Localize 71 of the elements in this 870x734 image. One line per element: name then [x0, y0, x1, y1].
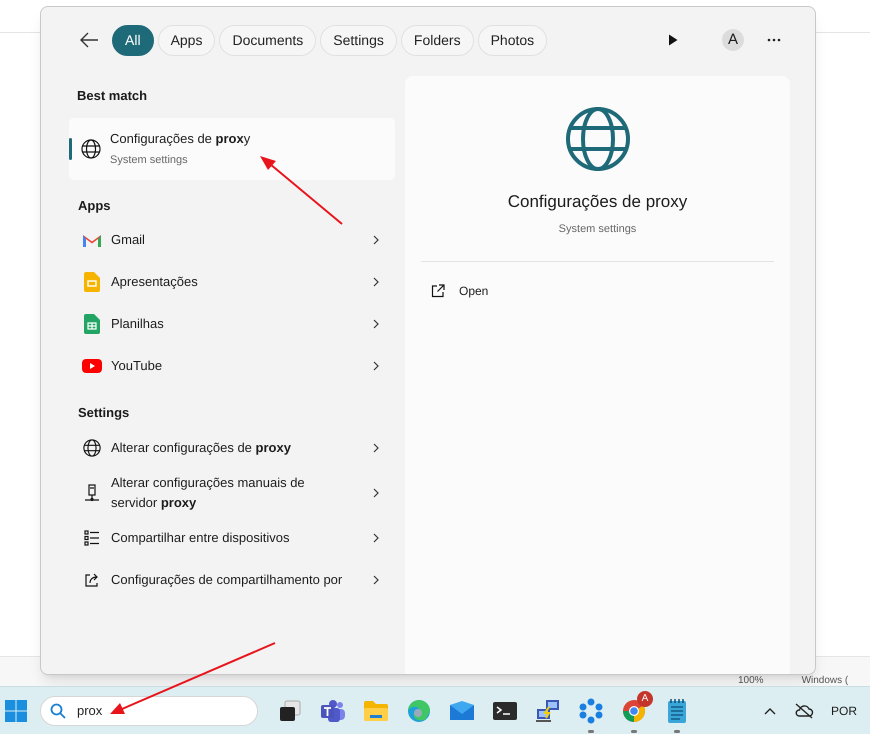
search-icon: [50, 702, 66, 718]
list-icon: [84, 530, 100, 546]
open-action[interactable]: Open: [431, 282, 764, 300]
result-item[interactable]: Planilhas: [69, 303, 395, 345]
preview-title: Configurações de proxy: [508, 191, 688, 213]
server-icon: [84, 484, 100, 502]
result-item[interactable]: YouTube: [69, 345, 395, 387]
result-title: Gmail: [111, 231, 146, 249]
task-view-icon[interactable]: [278, 698, 302, 722]
mail-icon[interactable]: [448, 700, 474, 720]
section-heading: Best match: [77, 87, 148, 105]
filter-tab[interactable]: Apps: [158, 24, 216, 56]
external-link-icon: [431, 284, 445, 298]
chevron-right-icon: [373, 532, 379, 542]
filter-tab[interactable]: Documents: [219, 24, 316, 56]
result-subtitle: System settings: [110, 152, 189, 168]
result-item[interactable]: Apresentações: [69, 261, 395, 303]
filter-tab[interactable]: Settings: [320, 24, 397, 56]
result-item[interactable]: Alterar configurações manuais de servidor proxy: [69, 468, 395, 516]
filter-tab[interactable]: Photos: [478, 24, 548, 56]
preview-subtitle: System settings: [558, 222, 636, 236]
terminal-icon[interactable]: [492, 700, 518, 720]
result-title: Planilhas: [111, 315, 165, 333]
avatar[interactable]: A: [722, 29, 744, 51]
chevron-right-icon: [373, 488, 379, 498]
section-heading: Apps: [78, 196, 112, 215]
result-title: Configurações de compartilhamento por: [111, 570, 344, 589]
mail-logo-icon: [82, 232, 102, 248]
globe-icon: [81, 138, 101, 158]
cloud-off-icon[interactable]: [794, 702, 814, 718]
result-item[interactable]: Configurações de compartilhamento por: [69, 558, 395, 600]
filter-tab[interactable]: Folders: [400, 24, 474, 56]
result-item[interactable]: Gmail: [69, 219, 395, 261]
notification-badge: A: [637, 690, 653, 706]
chevron-right-icon: [373, 319, 379, 329]
video-play-icon: [82, 359, 102, 373]
section-heading: Settings: [78, 404, 130, 422]
result-title: Compartilhar entre dispositivos: [111, 528, 290, 547]
result-item[interactable]: Compartilhar entre dispositivos: [69, 516, 395, 558]
result-title: Alterar configurações manuais de servidor proxy: [111, 474, 306, 512]
result-item[interactable]: Alterar configurações de proxy: [69, 426, 395, 468]
result-title: Apresentações: [111, 273, 199, 291]
result-title: Alterar configurações de proxy: [111, 438, 292, 457]
slides-icon: [84, 272, 100, 292]
best-match-item[interactable]: Configurações de proxy System settings: [69, 118, 395, 180]
filter-tab[interactable]: All: [112, 24, 154, 56]
search-field[interactable]: prox: [40, 696, 258, 726]
start-icon[interactable]: [5, 700, 27, 722]
language-indicator[interactable]: POR: [830, 702, 857, 720]
back-arrow-icon[interactable]: [79, 32, 99, 48]
notepad-icon[interactable]: [666, 698, 688, 724]
chevron-right-icon: [373, 277, 379, 287]
teams-icon[interactable]: [320, 698, 346, 722]
share-icon: [84, 572, 100, 588]
result-title: Configurações de proxy: [110, 130, 250, 148]
chevron-up-icon[interactable]: [764, 706, 776, 714]
network-computers-icon[interactable]: [534, 698, 560, 722]
globe-icon: [83, 438, 101, 456]
more-icon[interactable]: [767, 38, 781, 42]
folder-icon[interactable]: [362, 700, 388, 722]
chevron-right-icon: [373, 442, 379, 452]
chevron-right-icon: [373, 235, 379, 245]
hexagon-app-icon[interactable]: [578, 698, 604, 724]
sheets-icon: [84, 314, 100, 334]
status-text: 100%: [738, 675, 764, 686]
play-icon[interactable]: [668, 34, 678, 46]
chevron-right-icon: [373, 574, 379, 584]
chevron-right-icon: [373, 361, 379, 371]
status-text: Windows (: [802, 675, 848, 686]
globe-icon: [564, 106, 630, 172]
result-title: YouTube: [111, 357, 164, 375]
